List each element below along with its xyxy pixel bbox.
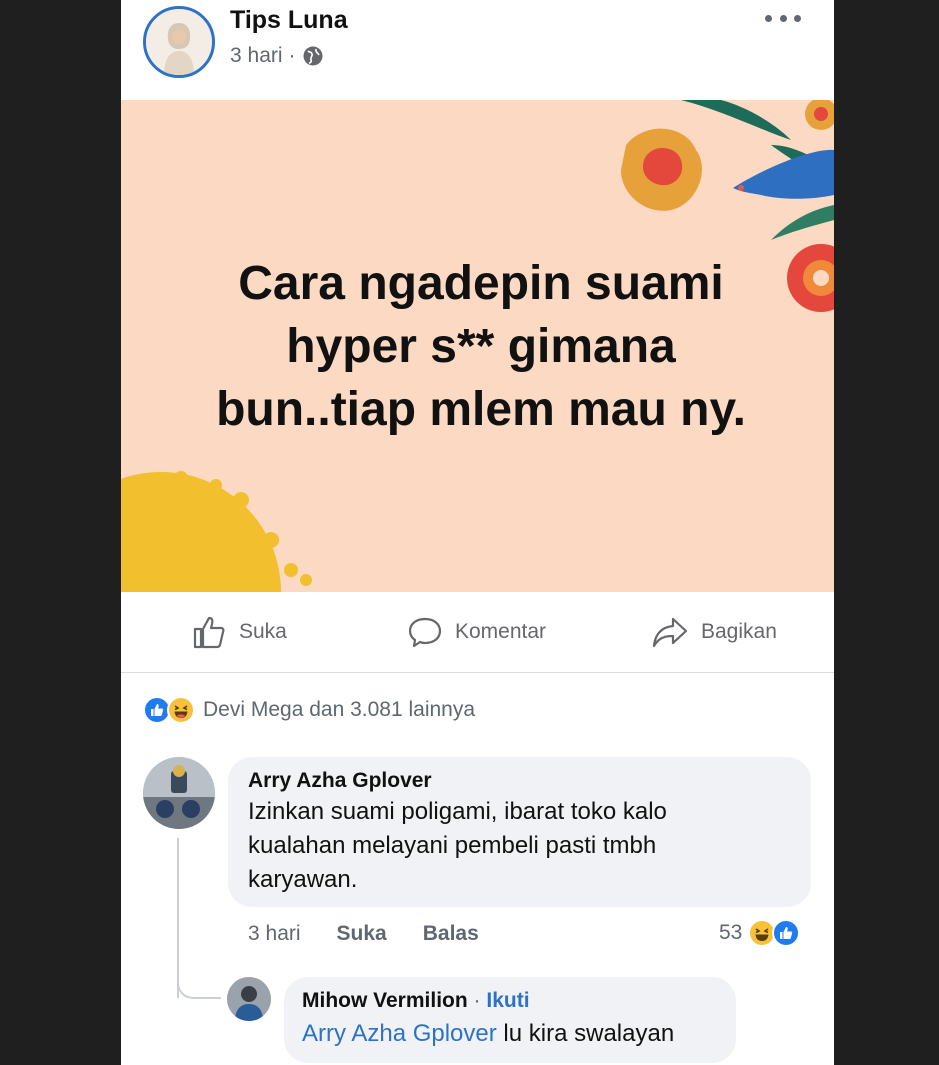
comment-meta: 3 hari Suka Balas [248,922,479,946]
banner-line: Cara ngadepin suami [238,257,724,310]
comment-time[interactable]: 3 hari [248,922,301,946]
post-banner: Cara ngadepin suami hyper s** gimana bun… [121,100,834,592]
replier-name[interactable]: Mihow Vermilion [302,989,468,1012]
commenter-avatar[interactable] [143,757,215,829]
reply-bubble: Mihow Vermilion · Ikuti Arry Azha Gplove… [284,977,736,1063]
replier-avatar[interactable] [227,977,271,1021]
share-icon [652,617,688,648]
post-action-bar: Suka Komentar Bagikan [121,592,834,673]
like-label: Suka [239,620,287,643]
share-label: Bagikan [701,620,777,643]
comment-icon [408,617,442,648]
more-options-icon[interactable] [765,8,801,28]
like-button[interactable]: Suka [191,612,287,652]
comment-label: Komentar [455,620,547,643]
mention-link[interactable]: Arry Azha Gplover [302,1020,497,1047]
comment-text: Izinkan suami poligami, ibarat toko kalo… [248,795,791,897]
thread-connector [177,975,221,999]
reaction-count: 53 [719,921,743,944]
comment-reply-button[interactable]: Balas [423,922,479,946]
banner-text: Cara ngadepin suami hyper s** gimana bun… [161,252,801,441]
comment-line: karyawan. [248,866,358,893]
page-avatar[interactable] [143,6,215,78]
thumbs-up-icon [193,616,225,649]
share-button[interactable]: Bagikan [651,612,777,652]
comment-like-button[interactable]: Suka [337,922,387,946]
reactions-summary-text: Devi Mega dan 3.081 lainnya [203,698,476,721]
comment-line: kualahan melayani pembeli pasti tmbh [248,832,657,859]
post-card: Tips Luna 3 hari · Cara ngadepin suami h… [121,0,834,1065]
banner-line: bun..tiap mlem mau ny. [216,383,746,436]
thread-line [177,838,179,998]
haha-reaction-icon [167,696,195,724]
follow-button[interactable]: Ikuti [486,989,529,1012]
reply-text: Arry Azha Gplover lu kira swalayan [302,1017,718,1051]
post-meta: 3 hari · [230,44,324,68]
reply-header: Mihow Vermilion · Ikuti [302,989,718,1013]
comment-button[interactable]: Komentar [407,612,546,652]
globe-icon [302,45,324,67]
post-time[interactable]: 3 hari [230,44,283,68]
banner-line: hyper s** gimana [286,320,676,373]
comment-line: Izinkan suami poligami, ibarat toko kalo [248,798,667,825]
comment-reaction-count[interactable]: 53 [719,918,801,948]
reply-separator: · [473,989,481,1012]
reactions-summary[interactable]: Devi Mega dan 3.081 lainnya [143,694,475,726]
post-header: Tips Luna 3 hari · [121,0,834,100]
meta-separator: · [288,44,296,67]
reply-body: lu kira swalayan [503,1020,675,1047]
comment-bubble: Arry Azha Gplover Izinkan suami poligami… [228,757,811,907]
commenter-name[interactable]: Arry Azha Gplover [248,769,791,793]
like-reaction-icon [772,919,801,947]
post-author-name[interactable]: Tips Luna [230,6,348,35]
